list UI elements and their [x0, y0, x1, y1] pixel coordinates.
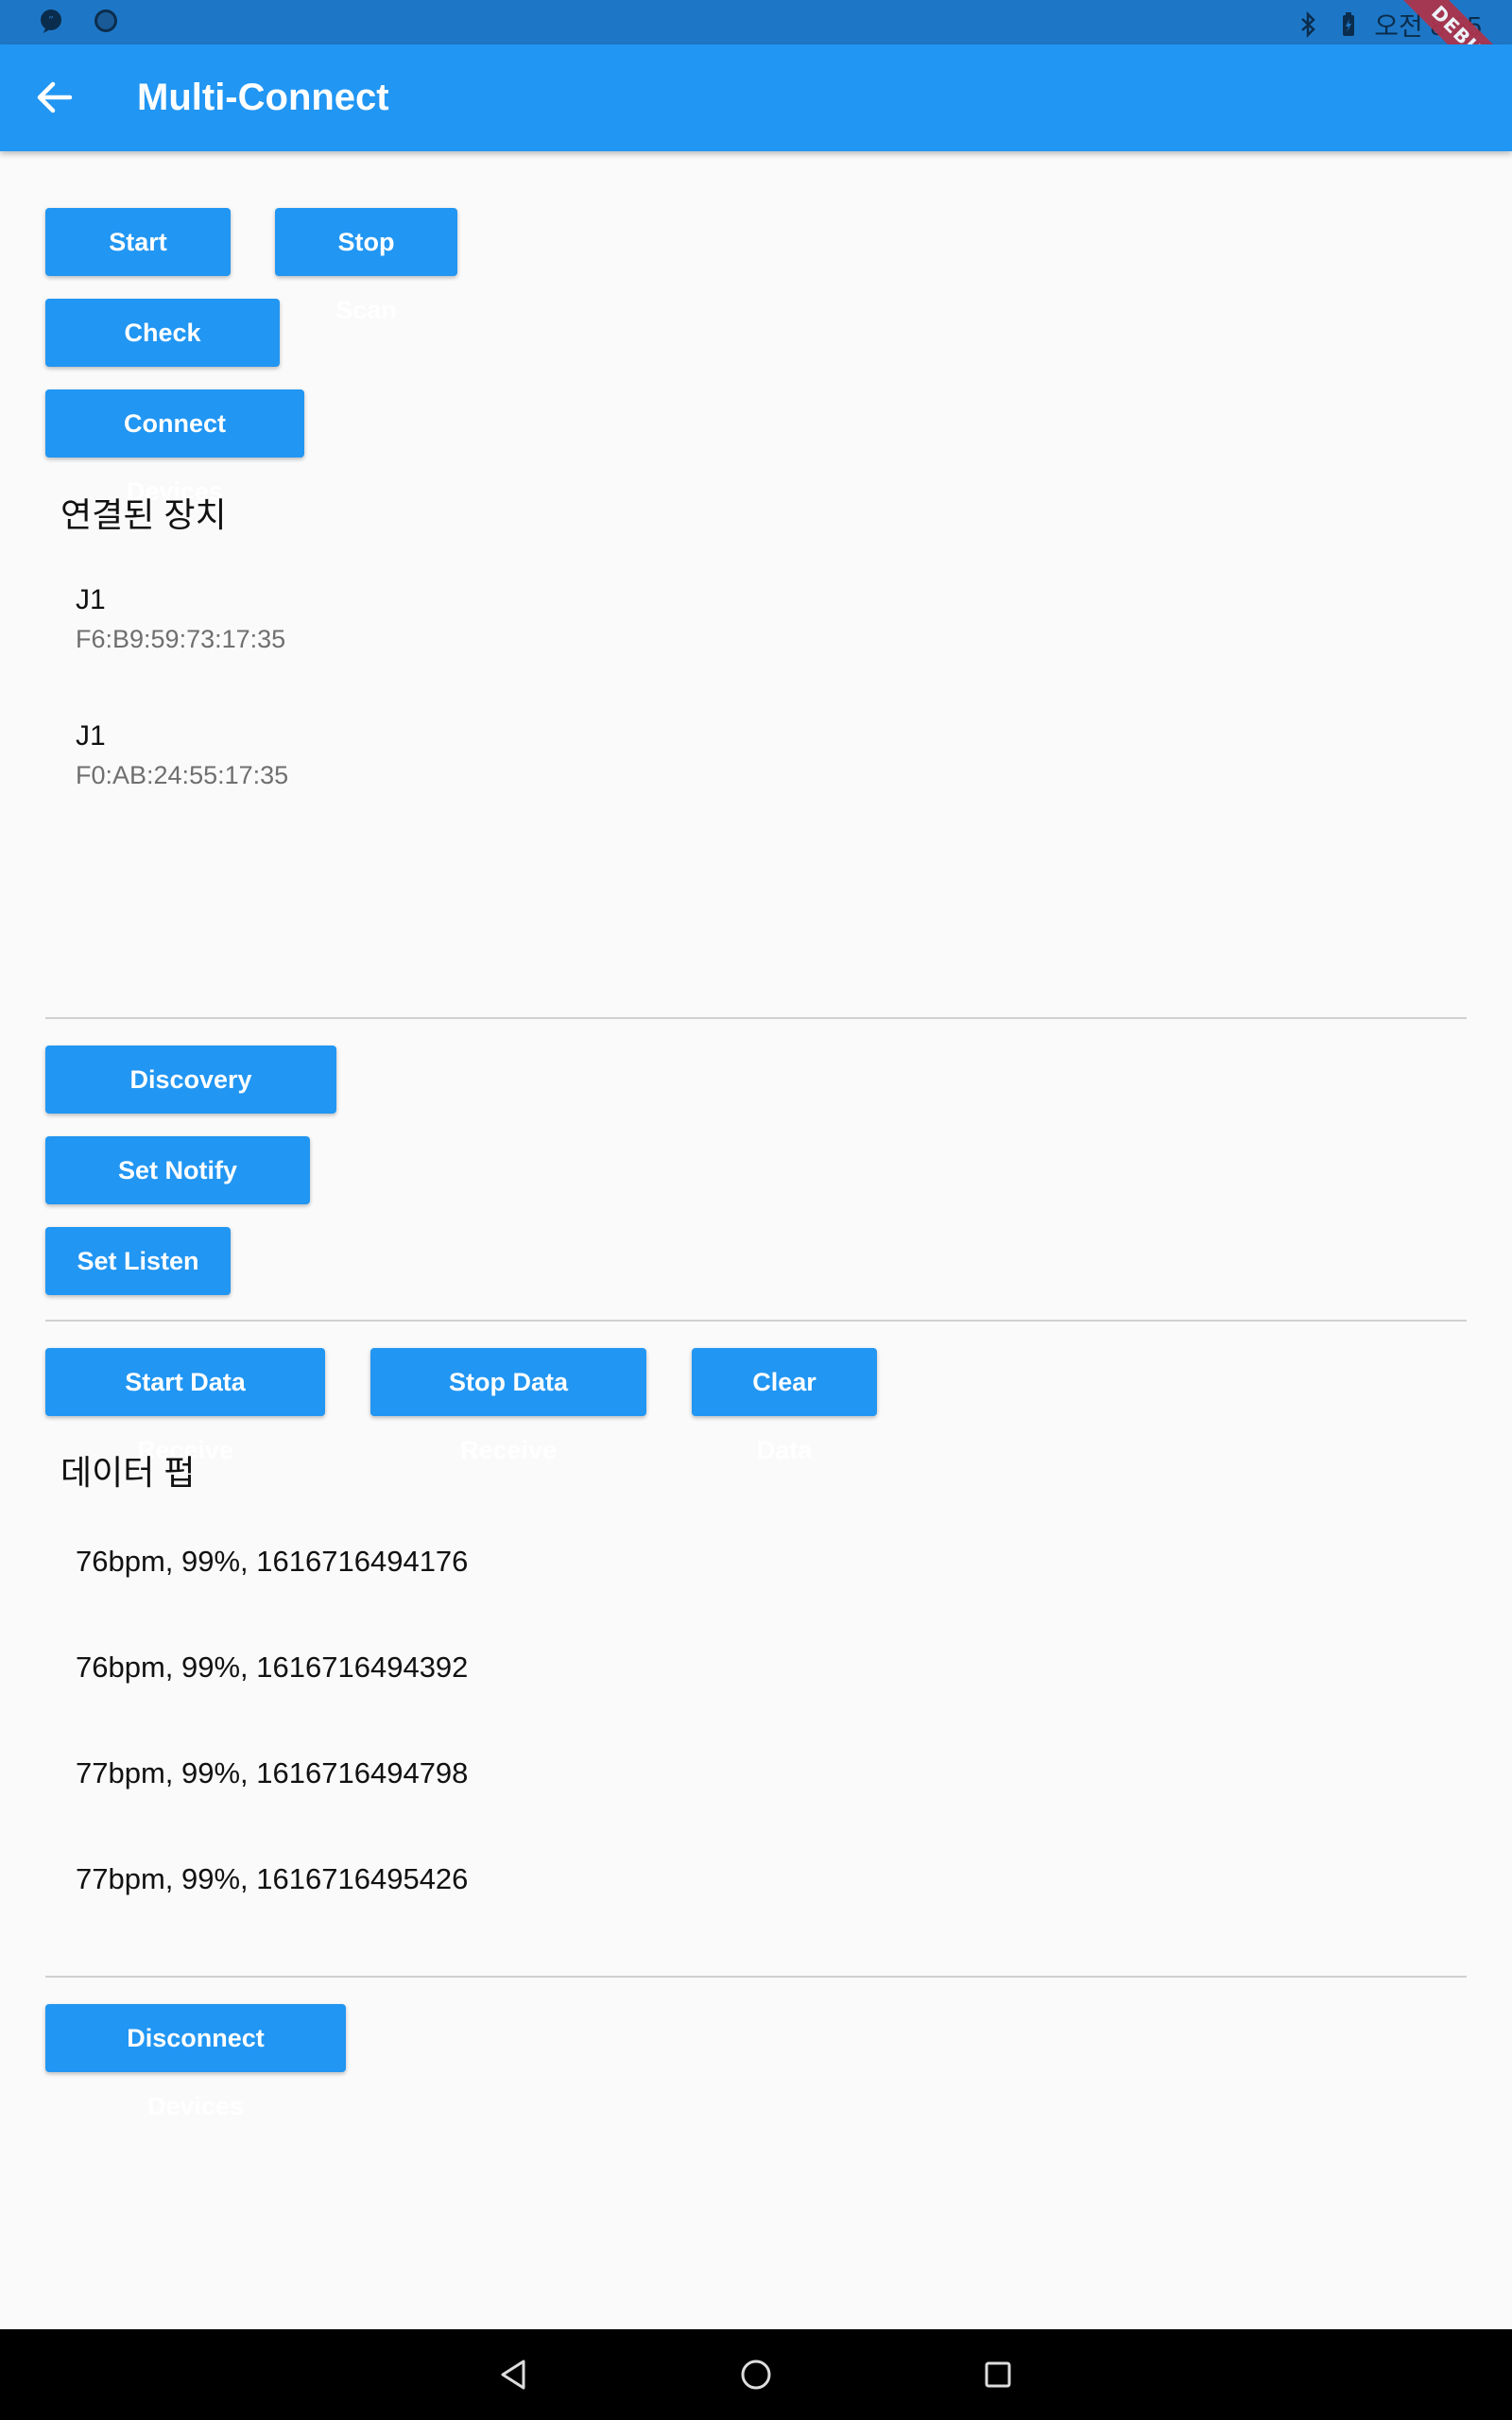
- stop-scan-button[interactable]: Stop Scan: [275, 208, 457, 324]
- nav-back-icon[interactable]: [493, 2354, 535, 2395]
- chat-notification-icon: ”: [38, 8, 64, 34]
- start-data-receive-button[interactable]: Start Data Receive: [45, 1348, 325, 1464]
- divider: [45, 1976, 1467, 1978]
- circle-app-icon: [93, 8, 119, 34]
- connected-devices-heading: 연결된 장치: [60, 495, 227, 534]
- status-bar: ” 오전 8:55 DEBUG: [0, 0, 1512, 44]
- disconnect-devices-button[interactable]: Disconnect Devices: [45, 2004, 346, 2120]
- list-item: 77bpm, 99%, 1616716495426: [76, 1862, 469, 1895]
- back-button[interactable]: [28, 71, 81, 124]
- divider: [45, 1320, 1467, 1322]
- discovery-services-button[interactable]: Discovery Services: [45, 1046, 336, 1162]
- clear-data-button[interactable]: Clear Data: [692, 1348, 877, 1464]
- app-bar: Multi-Connect: [0, 44, 1512, 151]
- check-devices-button[interactable]: Check Devices: [45, 299, 280, 415]
- navigation-bar: [0, 2329, 1512, 2420]
- nav-recents-icon[interactable]: [977, 2354, 1019, 2395]
- list-item: 76bpm, 99%, 1616716494392: [76, 1651, 469, 1684]
- stop-data-receive-button[interactable]: Stop Data Receive: [370, 1348, 646, 1464]
- battery-icon: [1334, 11, 1361, 38]
- device-mac: F6:B9:59:73:17:35: [76, 625, 286, 653]
- set-listen-button[interactable]: Set Listen: [45, 1227, 231, 1295]
- divider: [45, 1017, 1467, 1019]
- set-notify-enable-button[interactable]: Set Notify Enable: [45, 1136, 310, 1253]
- page-title: Multi-Connect: [137, 77, 389, 118]
- device-name: J1: [76, 584, 106, 615]
- device-name: J1: [76, 720, 106, 752]
- connect-devices-button[interactable]: Connect Devices: [45, 389, 304, 506]
- start-scan-button[interactable]: Start Scan: [45, 208, 231, 324]
- device-mac: F0:AB:24:55:17:35: [76, 761, 289, 789]
- list-item: 76bpm, 99%, 1616716494176: [76, 1545, 469, 1578]
- list-item: 77bpm, 99%, 1616716494798: [76, 1756, 469, 1789]
- nav-home-icon[interactable]: [735, 2354, 777, 2395]
- back-arrow-icon: [37, 81, 73, 113]
- bluetooth-icon: [1295, 10, 1321, 39]
- svg-text:”: ”: [48, 14, 54, 26]
- data-heading: 데이터 펍: [60, 1453, 196, 1492]
